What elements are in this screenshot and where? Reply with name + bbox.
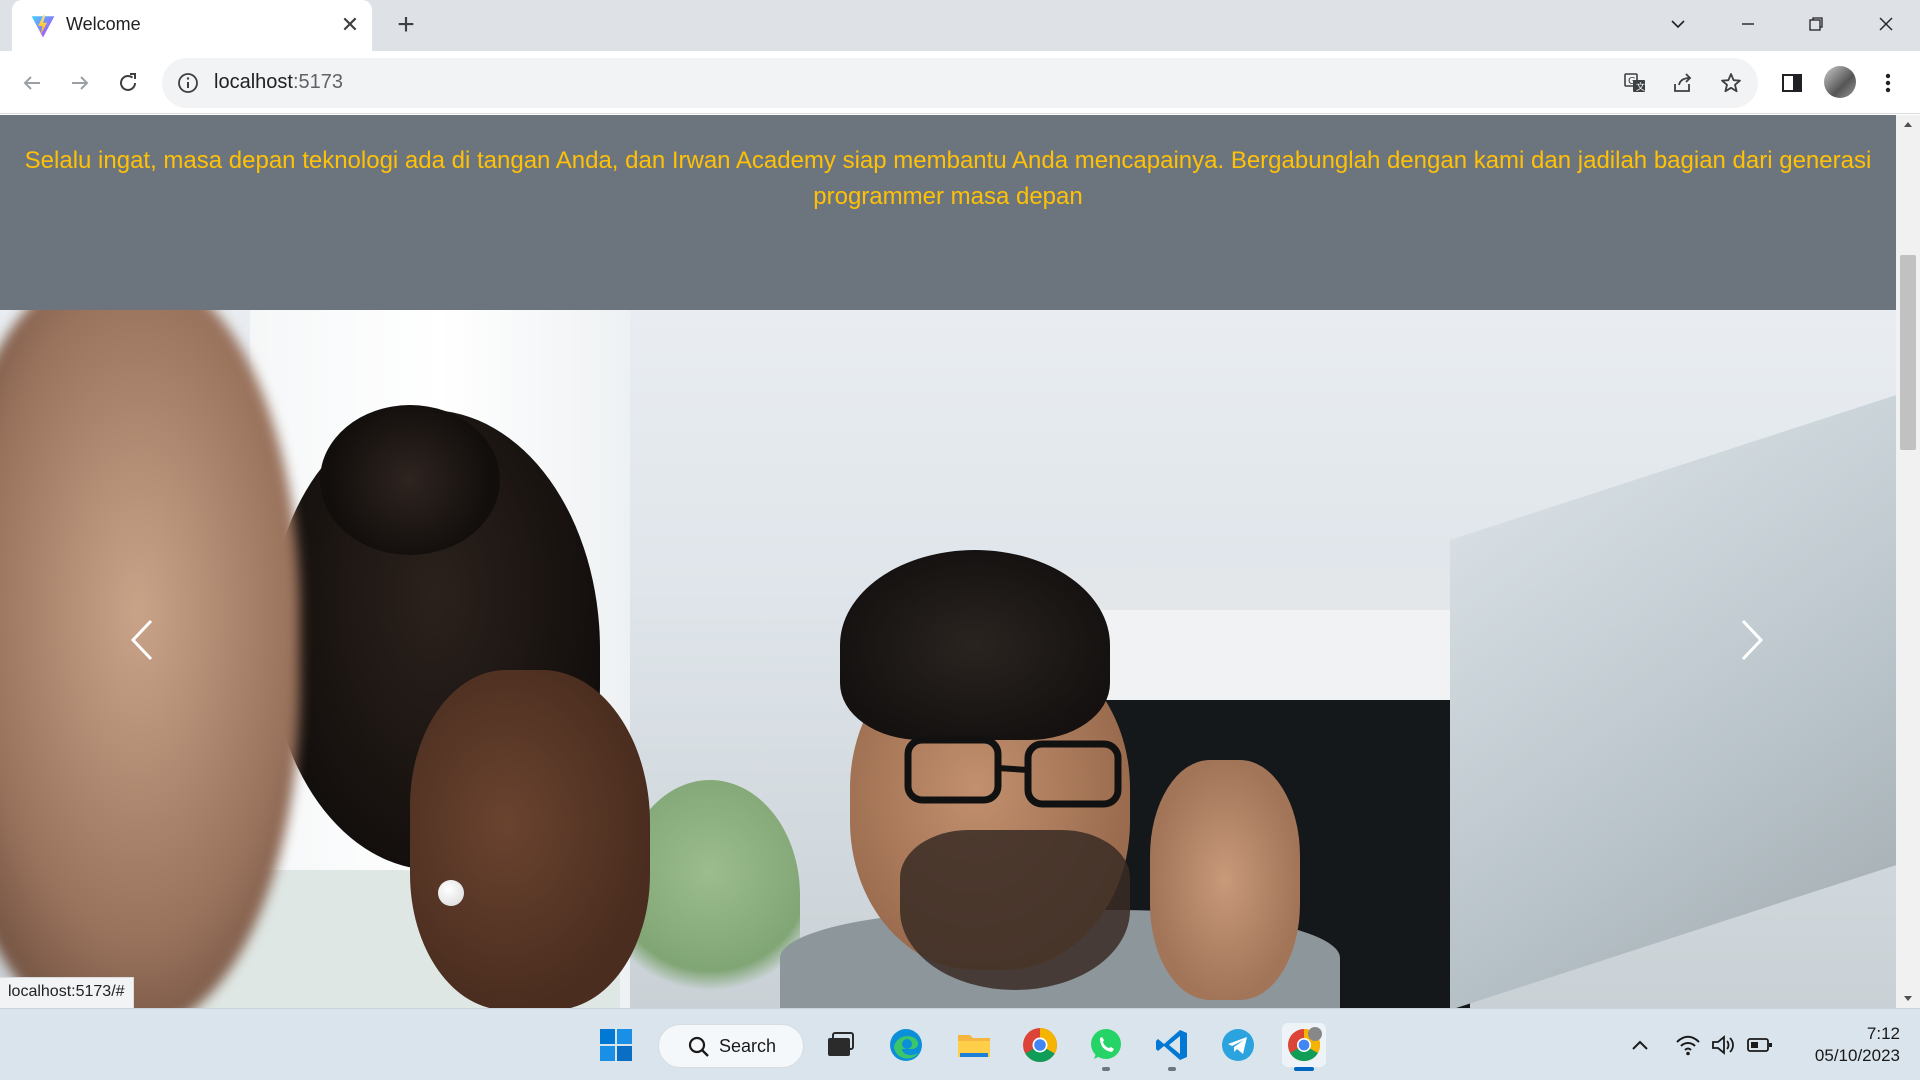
translate-icon[interactable]: G文: [1622, 70, 1648, 96]
photo-glasses: [904, 736, 1122, 808]
browser-tabstrip: Welcome ✕ +: [0, 0, 1920, 51]
telegram-icon: [1222, 1029, 1254, 1061]
windows-start-button[interactable]: [594, 1023, 638, 1067]
clock-date: 05/10/2023: [1814, 1046, 1900, 1065]
tab-search-chevron-icon[interactable]: [1654, 6, 1702, 42]
chevron-right-icon: [1741, 619, 1764, 661]
taskbar-whatsapp[interactable]: [1084, 1023, 1128, 1071]
taskbar-telegram[interactable]: [1216, 1023, 1260, 1067]
scrollbar-thumb[interactable]: [1900, 255, 1916, 450]
forward-button[interactable]: [62, 65, 98, 101]
browser-tab[interactable]: Welcome ✕: [12, 0, 372, 51]
photo-earring: [438, 880, 464, 906]
carousel-next-button[interactable]: [1722, 610, 1782, 670]
scroll-up-arrow-icon[interactable]: [1896, 115, 1920, 133]
minimize-button[interactable]: [1724, 6, 1772, 42]
taskbar-chrome[interactable]: [1018, 1023, 1062, 1067]
reload-button[interactable]: [110, 65, 146, 101]
browser-toolbar: localhost:5173 G文: [0, 51, 1920, 114]
task-view-button[interactable]: [818, 1023, 862, 1067]
chrome-profile-icon: [1288, 1027, 1322, 1062]
folder-icon: [958, 1035, 990, 1057]
back-button[interactable]: [14, 65, 50, 101]
svg-text:文: 文: [1636, 81, 1645, 93]
photo-man-beard: [900, 830, 1130, 990]
share-icon[interactable]: [1670, 70, 1696, 96]
status-bar-url: localhost:5173/#: [0, 977, 134, 1008]
url-port: :5173: [292, 71, 343, 93]
restore-button[interactable]: [1792, 6, 1840, 42]
site-info-icon[interactable]: [176, 71, 200, 95]
bookmark-star-icon[interactable]: [1718, 70, 1744, 96]
vscode-icon: [1156, 1030, 1187, 1060]
close-window-button[interactable]: [1862, 6, 1910, 42]
url-host: localhost: [214, 71, 293, 93]
windows-taskbar: Search 7:12 05/10/2023: [0, 1008, 1920, 1080]
running-indicator: [1102, 1067, 1110, 1071]
tab-title: Welcome: [66, 14, 141, 34]
search-label: Search: [719, 1036, 777, 1056]
carousel-photo: [0, 310, 1896, 1008]
running-indicator: [1168, 1067, 1176, 1071]
side-panel-icon[interactable]: [1776, 67, 1808, 99]
new-tab-button[interactable]: +: [390, 10, 422, 42]
search-icon: [688, 1036, 709, 1057]
taskbar-chrome-profile[interactable]: [1282, 1023, 1326, 1071]
windows-logo-icon: [600, 1029, 632, 1061]
tab-close-icon[interactable]: ✕: [336, 11, 364, 39]
clock-time: 7:12: [1866, 1024, 1900, 1043]
url-text: localhost:5173: [214, 71, 343, 94]
show-hidden-icons-chevron-icon[interactable]: [1626, 1031, 1654, 1059]
more-menu-icon[interactable]: [1872, 67, 1904, 99]
wifi-icon[interactable]: [1674, 1031, 1702, 1059]
page-scrollbar[interactable]: [1896, 115, 1920, 1008]
taskbar-search[interactable]: Search: [658, 1024, 804, 1068]
vite-favicon-icon: [31, 14, 55, 38]
chrome-icon: [1023, 1028, 1057, 1062]
battery-icon[interactable]: [1746, 1031, 1774, 1059]
taskbar-vscode[interactable]: [1150, 1023, 1194, 1071]
edge-icon: [890, 1029, 922, 1061]
photo-man-hand: [1150, 760, 1300, 1000]
carousel-prev-button[interactable]: [112, 610, 172, 670]
scroll-down-arrow-icon[interactable]: [1896, 990, 1920, 1008]
volume-icon[interactable]: [1710, 1031, 1738, 1059]
whatsapp-icon: [1091, 1029, 1121, 1059]
task-view-icon: [828, 1032, 854, 1056]
active-indicator: [1294, 1067, 1314, 1071]
photo-monitor: [1450, 393, 1896, 1008]
chevron-left-icon: [130, 619, 153, 661]
profile-avatar[interactable]: [1824, 66, 1856, 98]
hero-banner: Selalu ingat, masa depan teknologi ada d…: [0, 115, 1896, 310]
banner-text: Selalu ingat, masa depan teknologi ada d…: [24, 147, 1872, 210]
taskbar-clock[interactable]: 7:12 05/10/2023: [1790, 1023, 1900, 1067]
address-bar[interactable]: localhost:5173 G文: [162, 58, 1758, 108]
taskbar-edge[interactable]: [884, 1023, 928, 1067]
page-viewport: Selalu ingat, masa depan teknologi ada d…: [0, 115, 1896, 1008]
photo-woman-face: [410, 670, 650, 1008]
image-carousel: [0, 310, 1896, 1008]
photo-man-hair: [840, 550, 1110, 740]
taskbar-file-explorer[interactable]: [952, 1023, 996, 1067]
photo-woman-bun: [320, 405, 500, 555]
